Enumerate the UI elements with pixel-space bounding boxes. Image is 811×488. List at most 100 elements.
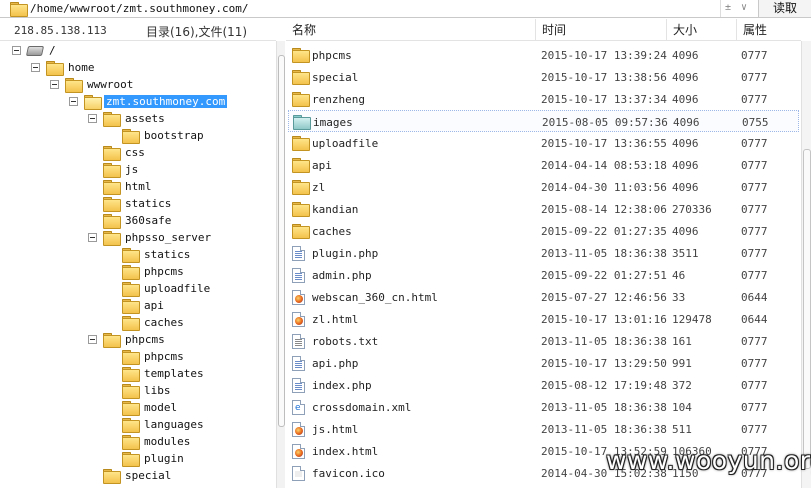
tree-node[interactable]: model [107, 399, 179, 416]
tree-node[interactable]: phpcms [107, 263, 186, 280]
collapse-toggle-icon[interactable] [31, 63, 40, 72]
file-row[interactable]: plugin.php 2013-11-05 18:36:38 3511 0777 [288, 242, 799, 264]
folder-icon [122, 316, 140, 331]
file-row[interactable]: robots.txt 2013-11-05 18:36:38 161 0777 [288, 330, 799, 352]
scrollbar-thumb[interactable] [803, 149, 811, 469]
column-name[interactable]: 名称 [286, 19, 536, 41]
file-time: 2015-09-22 01:27:51 [541, 269, 667, 282]
scrollbar-thumb[interactable] [278, 55, 285, 427]
folder-icon [122, 248, 140, 263]
tree-node[interactable]: libs [107, 382, 173, 399]
tree-node[interactable]: html [88, 178, 154, 195]
file-size: 4096 [672, 159, 699, 172]
file-row[interactable]: images 2015-08-05 09:57:36 4096 0755 [288, 110, 799, 132]
tree-node-label: languages [144, 418, 204, 431]
tree-node[interactable]: special [88, 467, 173, 484]
file-row[interactable]: caches 2015-09-22 01:27:35 4096 0777 [288, 220, 799, 242]
file-row[interactable]: api 2014-04-14 08:53:18 4096 0777 [288, 154, 799, 176]
collapse-toggle-icon[interactable] [50, 80, 59, 89]
file-row[interactable]: crossdomain.xml 2013-11-05 18:36:38 104 077… [288, 396, 799, 418]
folder-icon [103, 180, 121, 195]
tree-node-label: home [68, 61, 95, 74]
tree-node[interactable]: phpcms [88, 331, 167, 348]
collapse-toggle-icon[interactable] [88, 335, 97, 344]
spin-icon[interactable]: ± [725, 2, 731, 13]
file-time: 2015-10-17 13:38:56 [541, 71, 667, 84]
chevron-down-icon[interactable]: ∨ [741, 2, 747, 13]
file-row[interactable]: admin.php 2015-09-22 01:27:51 46 0777 [288, 264, 799, 286]
file-row[interactable]: api.php 2015-10-17 13:29:50 991 0777 [288, 352, 799, 374]
tree-node[interactable]: zmt.southmoney.com [69, 93, 228, 110]
file-row[interactable]: phpcms 2015-10-17 13:39:24 4096 0777 [288, 44, 799, 66]
tree-node[interactable]: / [12, 42, 58, 59]
drive-icon [25, 45, 45, 56]
folder-icon [65, 78, 83, 93]
file-time: 2013-11-05 18:36:38 [541, 335, 667, 348]
tree-node-label: css [125, 146, 145, 159]
file-time: 2015-10-17 13:01:16 [541, 313, 667, 326]
html-file-icon [292, 444, 305, 459]
file-attr: 0777 [741, 225, 768, 238]
file-row[interactable]: renzheng 2015-10-17 13:37:34 4096 0777 [288, 88, 799, 110]
tree-node[interactable]: modules [107, 433, 192, 450]
file-row[interactable]: zl 2014-04-30 11:03:56 4096 0777 [288, 176, 799, 198]
path-spinner[interactable]: ± ∨ [720, 0, 756, 17]
tree-node[interactable]: phpcms [107, 348, 186, 365]
tree-node[interactable]: assets [88, 110, 167, 127]
tree-node[interactable]: js [88, 161, 140, 178]
file-list[interactable]: phpcms 2015-10-17 13:39:24 4096 0777 special… [286, 44, 801, 488]
collapse-toggle-icon[interactable] [69, 97, 78, 106]
html-file-icon [292, 422, 305, 437]
file-row[interactable]: webscan_360_cn.html 2015-07-27 12:46:56 33… [288, 286, 799, 308]
tree-node[interactable]: statics [107, 246, 192, 263]
list-scrollbar[interactable] [801, 41, 811, 488]
tree-node-label: assets [125, 112, 165, 125]
file-attr: 0777 [741, 137, 768, 150]
file-name: zl.html [312, 313, 359, 326]
file-attr: 0755 [742, 116, 769, 129]
tree-node[interactable]: home [31, 59, 97, 76]
column-attr[interactable]: 属性 [737, 19, 801, 41]
tree-node-label: bootstrap [144, 129, 204, 142]
file-size: 270336 [672, 203, 712, 216]
tree-node[interactable]: bootstrap [107, 127, 206, 144]
collapse-toggle-icon[interactable] [12, 46, 21, 55]
read-button[interactable]: 读取 [758, 0, 811, 17]
column-size[interactable]: 大小 [667, 19, 737, 41]
tree-node[interactable]: caches [107, 314, 186, 331]
file-name: api [312, 159, 332, 172]
file-row[interactable]: uploadfile 2015-10-17 13:36:55 4096 0777 [288, 132, 799, 154]
file-row[interactable]: index.php 2015-08-12 17:19:48 372 0777 [288, 374, 799, 396]
tree-node[interactable]: api [107, 297, 166, 314]
folder-teal-icon [293, 115, 311, 130]
file-row[interactable]: kandian 2015-08-14 12:38:06 270336 0777 [288, 198, 799, 220]
tree-node-label: model [144, 401, 178, 414]
tree-node[interactable]: 360safe [88, 212, 173, 229]
tree-node[interactable]: phpsso_server [88, 229, 213, 246]
column-time[interactable]: 时间 [536, 19, 667, 41]
file-row[interactable]: zl.html 2015-10-17 13:01:16 129478 0644 [288, 308, 799, 330]
tree-node-label: js [125, 163, 139, 176]
html-file-icon [292, 290, 305, 305]
tree-node[interactable]: statics [88, 195, 173, 212]
tree-node[interactable]: uploadfile [107, 280, 212, 297]
file-row[interactable]: js.html 2013-11-05 18:36:38 511 0777 [288, 418, 799, 440]
collapse-toggle-icon[interactable] [88, 114, 97, 123]
file-time: 2013-11-05 18:36:38 [541, 401, 667, 414]
file-row[interactable]: special 2015-10-17 13:38:56 4096 0777 [288, 66, 799, 88]
tree-node[interactable]: plugin [107, 450, 186, 467]
file-attr: 0777 [741, 181, 768, 194]
tree-scrollbar[interactable] [276, 41, 285, 488]
directory-tree[interactable]: / home wwwroot zmt.southmoney.com assets boot… [0, 41, 276, 488]
tree-node[interactable]: templates [107, 365, 206, 382]
tree-node[interactable]: languages [107, 416, 206, 433]
folder-icon [103, 146, 121, 161]
collapse-toggle-icon[interactable] [88, 233, 97, 242]
tree-node[interactable]: wwwroot [50, 76, 135, 93]
file-size: 991 [672, 357, 692, 370]
file-attr: 0777 [741, 423, 768, 436]
file-name: uploadfile [312, 137, 379, 150]
path-input[interactable]: /home/wwwroot/zmt.southmoney.com/ [30, 2, 249, 15]
tree-node-label: statics [144, 248, 191, 261]
tree-node[interactable]: css [88, 144, 147, 161]
